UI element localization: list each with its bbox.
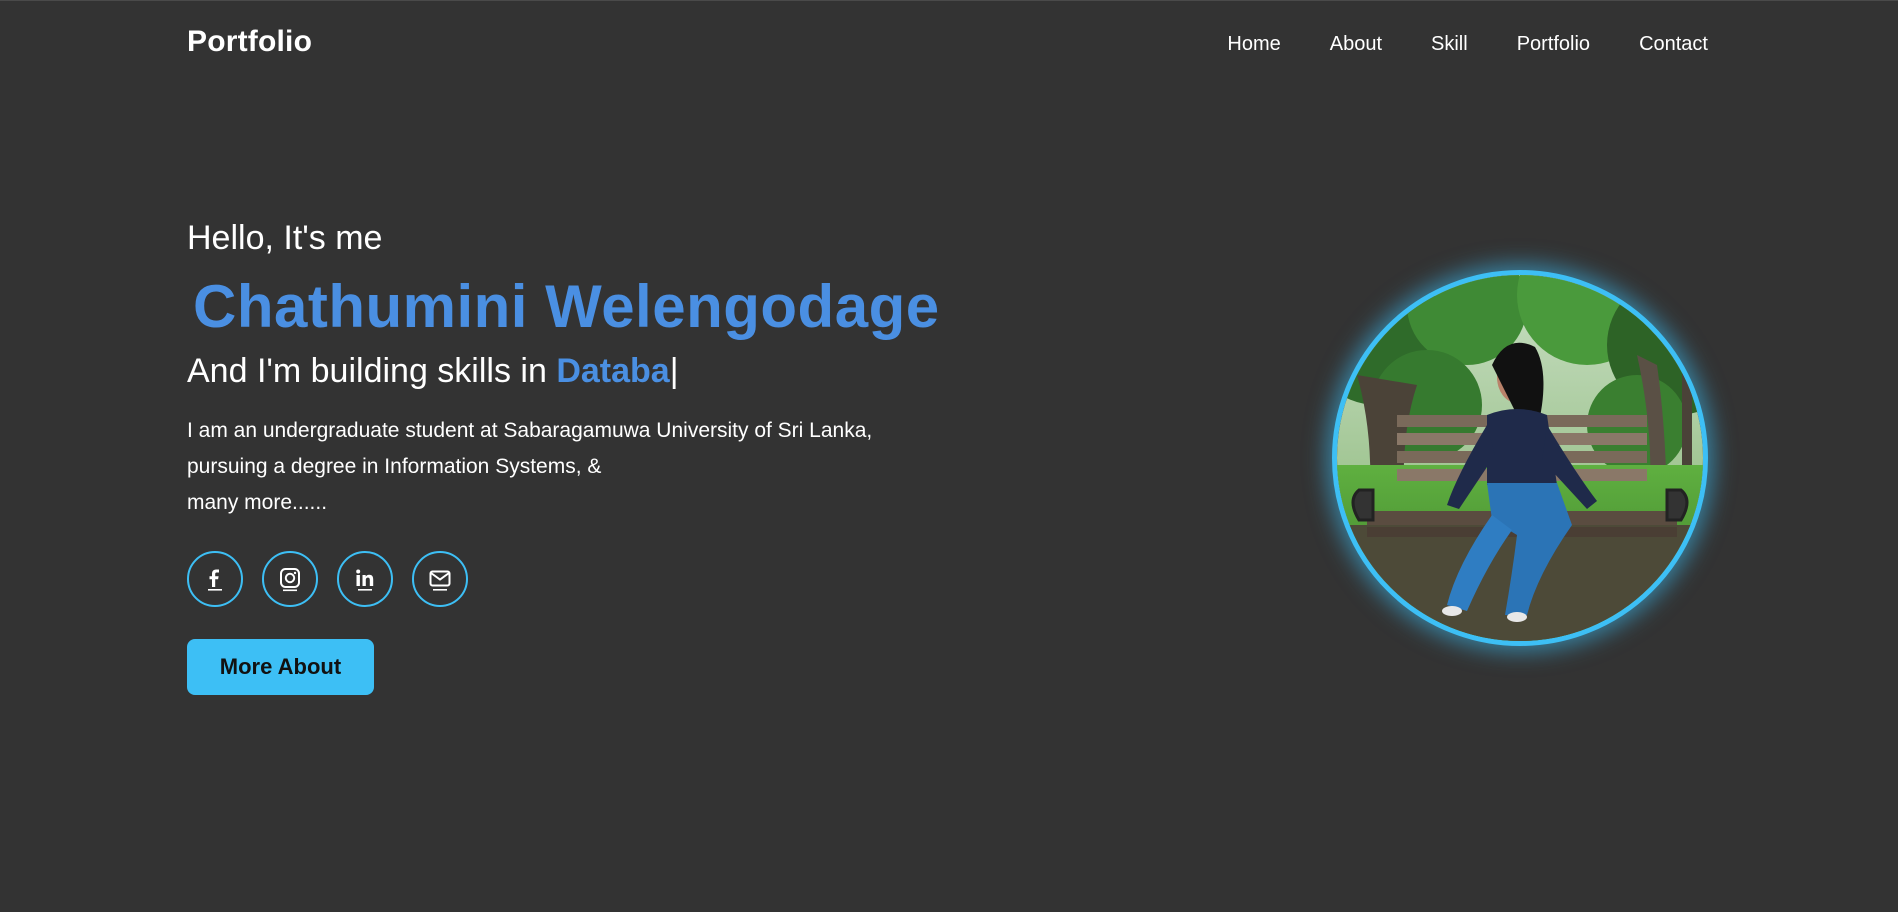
bio-line: pursuing a degree in Information Systems… — [187, 455, 602, 478]
nav-portfolio[interactable]: Portfolio — [1517, 33, 1590, 56]
instagram-link[interactable] — [262, 551, 318, 607]
social-links — [187, 551, 468, 607]
instagram-icon — [280, 568, 300, 592]
skills-prefix: And I'm building skills in — [187, 352, 557, 390]
profile-photo — [1332, 270, 1708, 646]
hero-skills-line: And I'm building skills in Databa| — [187, 352, 679, 391]
bio-line: I am an undergraduate student at Sabarag… — [187, 419, 873, 442]
nav-home[interactable]: Home — [1227, 33, 1280, 56]
more-about-button[interactable]: More About — [187, 639, 374, 695]
hero-name: Chathumini Welengodage — [193, 273, 940, 340]
hero-greeting: Hello, It's me — [187, 219, 383, 257]
facebook-icon — [208, 569, 222, 591]
profile-photo-illustration — [1337, 275, 1703, 641]
linkedin-icon — [356, 569, 374, 591]
email-icon — [429, 570, 451, 591]
skills-typed-text: Databa — [556, 352, 670, 390]
linkedin-link[interactable] — [337, 551, 393, 607]
page: Portfolio Home About Skill Portfolio Con… — [0, 0, 1898, 912]
typing-caret: | — [669, 352, 679, 390]
email-link[interactable] — [412, 551, 468, 607]
main-nav: Home About Skill Portfolio Contact — [1227, 33, 1708, 56]
hero-bio: I am an undergraduate student at Sabarag… — [187, 413, 947, 521]
nav-contact[interactable]: Contact — [1639, 33, 1708, 56]
nav-about[interactable]: About — [1330, 33, 1382, 56]
site-header: Portfolio Home About Skill Portfolio Con… — [0, 0, 1898, 88]
nav-skill[interactable]: Skill — [1431, 33, 1468, 56]
facebook-link[interactable] — [187, 551, 243, 607]
bio-line: many more...... — [187, 491, 328, 514]
site-logo[interactable]: Portfolio — [187, 25, 312, 59]
